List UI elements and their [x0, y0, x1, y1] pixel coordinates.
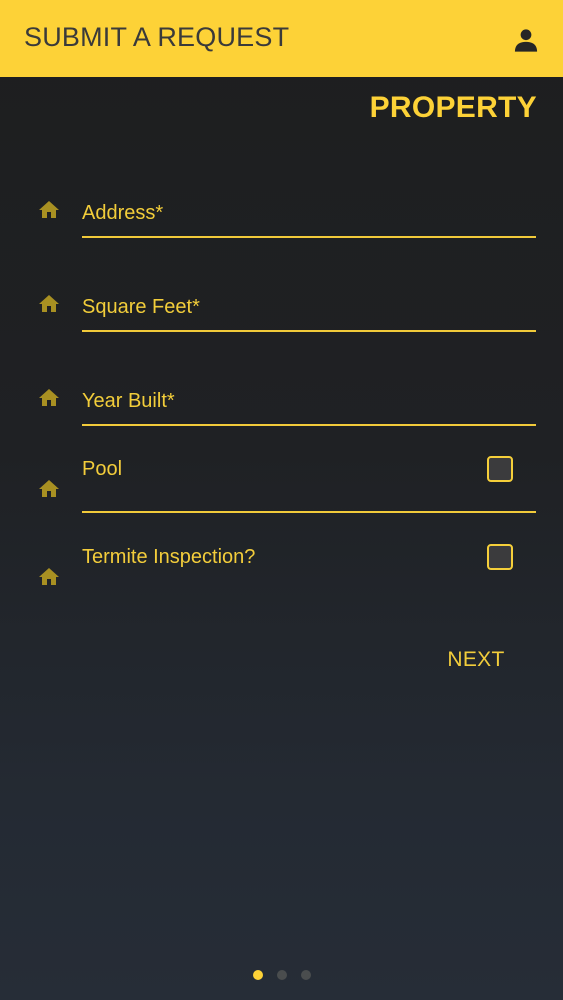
square-feet-row — [0, 290, 563, 334]
termite-row: Termite Inspection? — [0, 540, 563, 592]
section-title: PROPERTY — [369, 91, 537, 124]
year-built-field[interactable] — [82, 387, 535, 415]
page-dot-1[interactable] — [253, 970, 263, 980]
address-field[interactable] — [82, 199, 535, 227]
address-row — [0, 196, 563, 240]
square-feet-field[interactable] — [82, 293, 535, 321]
home-icon — [39, 295, 59, 312]
home-icon — [39, 389, 59, 406]
app-bar: SUBMIT A REQUEST — [0, 0, 563, 77]
page-dot-2[interactable] — [277, 970, 287, 980]
square-feet-underline — [82, 330, 536, 332]
year-built-underline — [82, 424, 536, 426]
termite-inspection-checkbox[interactable] — [487, 544, 513, 570]
pool-underline — [82, 511, 536, 513]
home-icon — [39, 480, 59, 497]
app-bar-title: SUBMIT A REQUEST — [24, 22, 290, 52]
home-icon — [39, 568, 59, 585]
address-underline — [82, 236, 536, 238]
profile-button[interactable] — [508, 22, 544, 58]
pool-checkbox[interactable] — [487, 456, 513, 482]
page-dot-3[interactable] — [301, 970, 311, 980]
page-indicator — [253, 970, 311, 982]
request-screen: SUBMIT A REQUEST PROPERTY Address* Squar… — [0, 0, 563, 1000]
next-button[interactable]: NEXT — [438, 645, 514, 675]
termite-inspection-label: Termite Inspection? — [82, 546, 256, 568]
pool-label: Pool — [82, 458, 123, 480]
year-built-row — [0, 384, 563, 428]
home-icon — [39, 201, 59, 218]
pool-row: Pool — [0, 452, 563, 514]
person-icon — [514, 29, 538, 52]
